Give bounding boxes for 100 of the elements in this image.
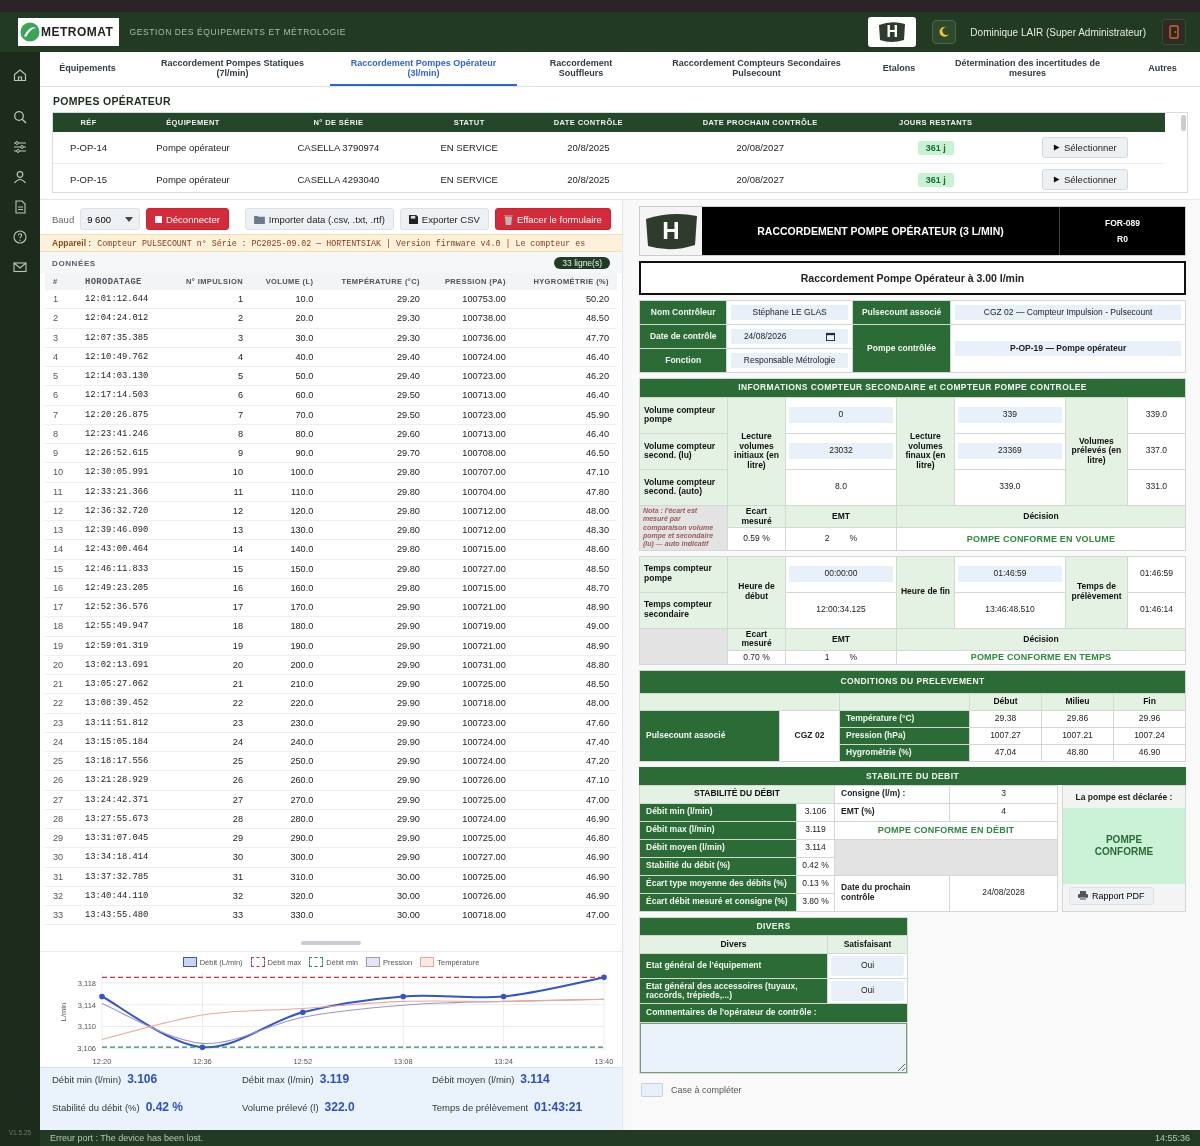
table-cell: 29.90 xyxy=(321,790,428,810)
table-cell: 260.0 xyxy=(251,770,322,790)
table-cell: 50.0 xyxy=(251,366,322,386)
value-text: 12:00:34.125 xyxy=(816,604,866,615)
table-cell: 40.0 xyxy=(251,347,322,367)
table-cell: 13:40:44.110 xyxy=(81,886,170,906)
comments-field[interactable] xyxy=(640,1023,907,1074)
table-cell: 29.90 xyxy=(321,732,428,752)
table-cell: 13:27:55.673 xyxy=(81,809,170,829)
table-cell: 12:20:26.875 xyxy=(81,405,170,425)
table-cell: 331.0 xyxy=(1127,469,1186,506)
input-field[interactable]: 01:46:59 xyxy=(958,566,1062,583)
stat-value: 3.114 xyxy=(520,1072,550,1087)
select-button[interactable]: Sélectionner xyxy=(1041,169,1128,190)
days-badge: 361 j xyxy=(917,173,954,187)
table-cell: 21 xyxy=(169,674,251,694)
table-cell: 100718.00 xyxy=(427,905,514,925)
table-cell: 100708.00 xyxy=(427,443,514,463)
stat-value: 0.42 % xyxy=(145,1099,184,1114)
table-cell: 29.50 xyxy=(321,385,428,405)
tab[interactable]: Raccordement Souffleurs xyxy=(517,52,645,86)
baud-select[interactable]: 9 600 xyxy=(80,208,140,230)
table-cell: 100736.00 xyxy=(427,328,514,348)
table-cell: 16 xyxy=(45,578,81,598)
table-cell: 48.90 xyxy=(513,597,617,617)
row-label: Etat général de l'équipement xyxy=(639,953,828,979)
form-revision: R0 xyxy=(1117,234,1128,244)
tab[interactable]: Autres xyxy=(1125,52,1200,86)
logout-button[interactable] xyxy=(1162,19,1186,45)
days-badge: 361 j xyxy=(917,141,954,155)
data-point xyxy=(300,1009,306,1016)
table-cell: 46.90 xyxy=(513,886,617,906)
table-cell: 20/08/2027 xyxy=(653,163,867,192)
answer-field[interactable]: Oui xyxy=(831,956,904,977)
table-cell: 12 xyxy=(45,501,81,521)
input-field[interactable]: 23032 xyxy=(789,443,893,460)
answer-field[interactable]: Oui xyxy=(831,981,904,1002)
theme-toggle[interactable] xyxy=(932,20,957,44)
table-cell: 28 xyxy=(169,809,251,829)
tab[interactable]: Etalons xyxy=(868,52,930,86)
scrollbar[interactable] xyxy=(1181,115,1186,131)
tab[interactable]: Raccordement Compteurs Secondaires Pulsecount xyxy=(645,52,868,86)
table-cell: 33 xyxy=(169,905,251,925)
table-cell: 12:17:14.503 xyxy=(81,385,170,405)
toolbar-button[interactable]: Exporter CSV xyxy=(399,208,489,230)
toolbar-button[interactable]: Déconnecter xyxy=(145,208,229,230)
stop-icon xyxy=(154,215,162,223)
mail-icon[interactable] xyxy=(13,260,27,274)
emt-value: 2 xyxy=(824,533,830,544)
table-cell: 24 xyxy=(169,732,251,752)
table-cell: 180.0 xyxy=(251,616,322,636)
tab[interactable]: Équipements xyxy=(40,52,135,86)
input-field[interactable]: 00:00:00 xyxy=(789,566,893,583)
table-cell: 60.0 xyxy=(251,385,322,405)
date-field[interactable]: 24/08/2026 xyxy=(731,328,848,345)
value-text: 13:46:48.510 xyxy=(985,604,1035,615)
stat-label: Volume prélevé (l) xyxy=(242,1101,319,1113)
table-cell: 12:55:49.947 xyxy=(81,616,170,636)
table-cell: 27 xyxy=(169,790,251,810)
sliders-icon[interactable] xyxy=(13,140,27,154)
table-cell: 32 xyxy=(45,886,81,906)
toolbar-button[interactable]: Effacer le formulaire xyxy=(494,208,611,230)
help-icon[interactable] xyxy=(13,230,27,244)
table-cell: 17 xyxy=(169,597,251,617)
input-field[interactable]: Responsable Métrologie xyxy=(731,352,848,369)
table-cell: 29.90 xyxy=(321,828,428,848)
input-field[interactable]: CGZ 02 — Compteur Impulsion - Pulsecount xyxy=(955,304,1181,321)
table-cell: 290.0 xyxy=(251,828,322,848)
table-cell: 280.0 xyxy=(251,809,322,829)
input-field[interactable]: 0 xyxy=(789,407,893,424)
table-cell: 12 xyxy=(169,501,251,521)
document-icon[interactable] xyxy=(13,200,27,214)
select-button[interactable]: Sélectionner xyxy=(1041,137,1128,158)
input-field[interactable]: Stéphane LE GLAS xyxy=(731,304,848,321)
search-icon[interactable] xyxy=(13,110,27,124)
row-label: Volume compteur second. (lu) xyxy=(639,433,728,470)
table-cell: 100721.00 xyxy=(427,636,514,656)
calendar-icon xyxy=(826,332,836,341)
tab[interactable]: Détermination des incertitudes de mesures xyxy=(930,52,1125,86)
value-text: 8.0 xyxy=(835,481,847,492)
table-cell: 2 xyxy=(45,308,81,328)
toolbar-button[interactable]: Importer data (.csv, .txt, .rtf) xyxy=(244,208,394,230)
resize-handle[interactable] xyxy=(301,941,361,946)
table-cell: CGZ 02 xyxy=(779,710,840,762)
table-cell: 29.90 xyxy=(321,655,428,675)
input-field[interactable]: 339 xyxy=(957,407,1062,424)
table-cell: 29.90 xyxy=(321,693,428,713)
table-cell: 33 xyxy=(45,905,81,925)
table-cell: 310.0 xyxy=(251,867,322,887)
table-cell: 100725.00 xyxy=(427,790,514,810)
tab[interactable]: Raccordement Pompes Statiques (7l/min) xyxy=(135,52,330,86)
table-cell: 140.0 xyxy=(251,539,322,559)
pdf-button[interactable]: Rapport PDF xyxy=(1069,886,1154,905)
user-icon[interactable] xyxy=(13,170,27,184)
table-cell: 20 xyxy=(169,655,251,675)
home-icon[interactable] xyxy=(13,68,27,82)
table-cell: 46.40 xyxy=(513,385,617,405)
input-field[interactable]: 23369 xyxy=(957,443,1062,460)
table-cell: 12:04:24.012 xyxy=(81,308,170,328)
input-field[interactable]: P-OP-19 — Pompe opérateur xyxy=(955,340,1181,357)
